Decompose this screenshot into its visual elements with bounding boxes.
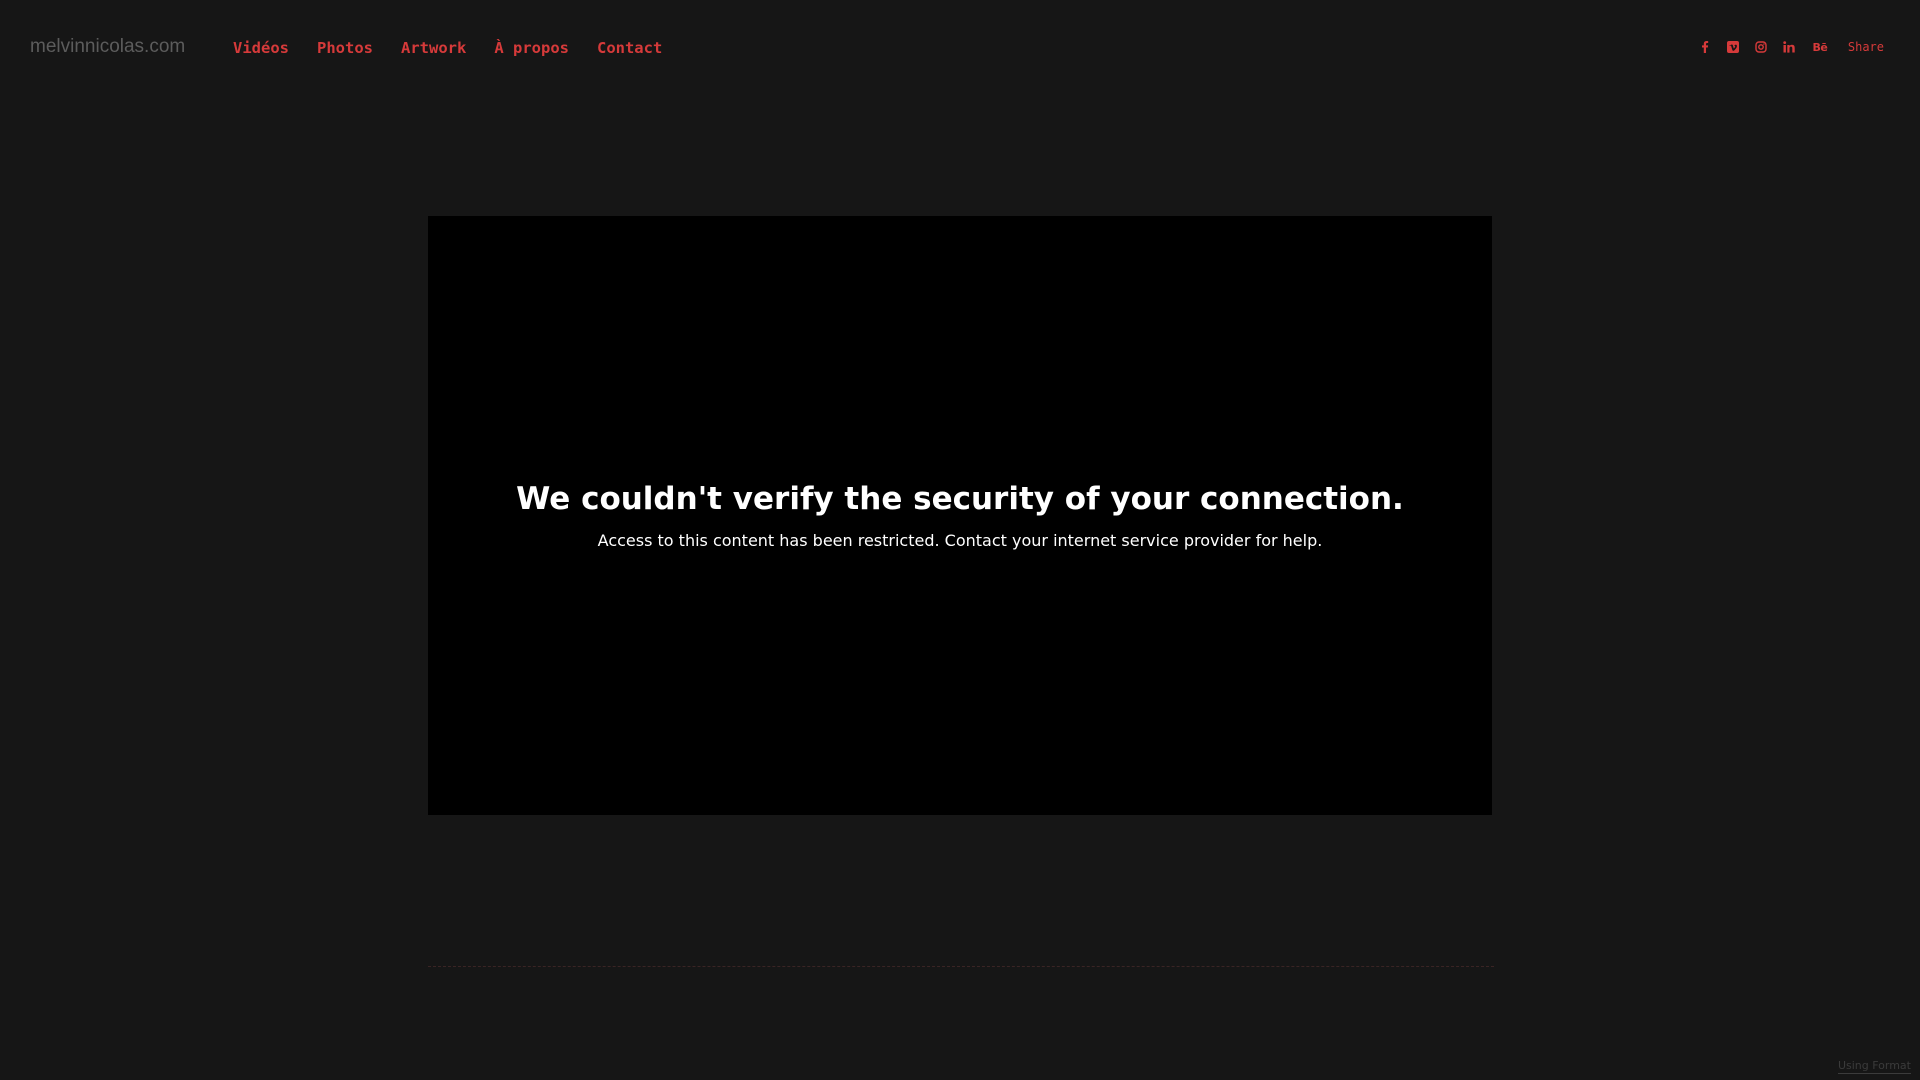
nav-item-artwork[interactable]: Artwork bbox=[401, 39, 466, 57]
social-links: Bē Share bbox=[1698, 40, 1884, 54]
main-nav: Vidéos Photos Artwork À propos Contact bbox=[233, 39, 690, 57]
nav-item-a-propos[interactable]: À propos bbox=[494, 39, 569, 57]
divider bbox=[428, 966, 1494, 967]
nav-item-photos[interactable]: Photos bbox=[317, 39, 373, 57]
site-header: melvinnicolas.com Vidéos Photos Artwork … bbox=[0, 0, 1920, 100]
video-player[interactable]: We couldn't verify the security of your … bbox=[428, 216, 1492, 815]
linkedin-icon[interactable] bbox=[1782, 40, 1796, 54]
page: melvinnicolas.com Vidéos Photos Artwork … bbox=[0, 0, 1920, 1080]
facebook-icon[interactable] bbox=[1698, 40, 1712, 54]
instagram-icon[interactable] bbox=[1754, 40, 1768, 54]
error-message: Access to this content has been restrict… bbox=[597, 531, 1323, 550]
behance-icon[interactable]: Bē bbox=[1810, 40, 1830, 54]
error-title: We couldn't verify the security of your … bbox=[516, 481, 1404, 517]
site-title-link[interactable]: melvinnicolas.com bbox=[30, 36, 185, 58]
format-credit-link[interactable]: Using Format bbox=[1837, 1059, 1911, 1074]
vimeo-icon[interactable] bbox=[1726, 40, 1740, 54]
nav-item-contact[interactable]: Contact bbox=[597, 39, 662, 57]
share-button[interactable]: Share bbox=[1848, 40, 1884, 54]
nav-item-videos[interactable]: Vidéos bbox=[233, 39, 289, 57]
